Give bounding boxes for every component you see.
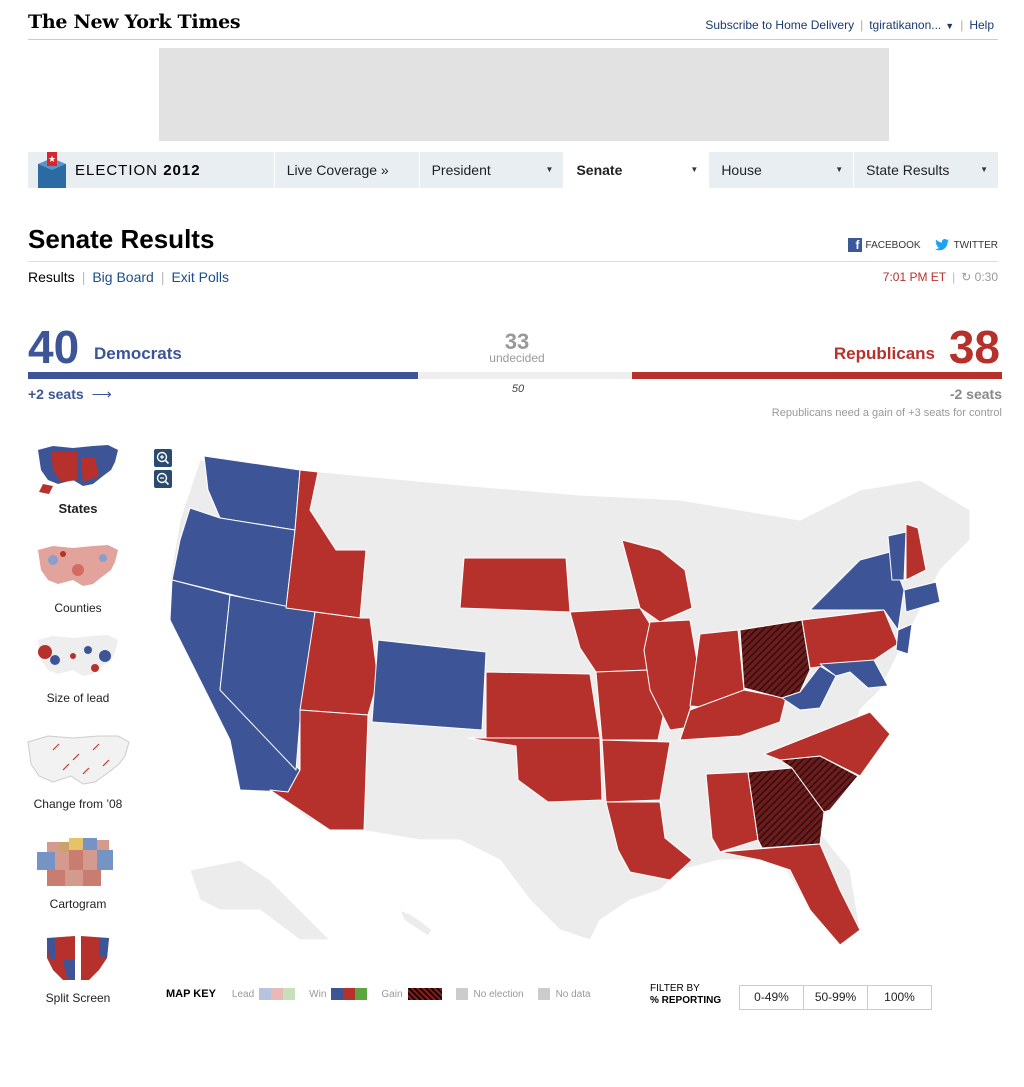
chevron-down-icon: ▼ bbox=[980, 165, 989, 174]
subscribe-link[interactable]: Subscribe to Home Delivery bbox=[705, 18, 854, 32]
update-time: 7:01 PM ET bbox=[882, 270, 947, 284]
filter-title: FILTER BY% REPORTING bbox=[650, 983, 722, 1006]
brand-text: ELECTION 2012 bbox=[75, 162, 201, 179]
map-key-title: MAP KEY bbox=[166, 988, 216, 1000]
view-change-from-08[interactable]: Change from ’08 bbox=[18, 730, 138, 811]
chevron-down-icon: ▼ bbox=[545, 165, 554, 174]
rep-label: Republicans bbox=[833, 344, 935, 363]
chevron-down-icon: ▼ bbox=[690, 165, 699, 174]
filter-50-99-button[interactable]: 50-99% bbox=[803, 985, 868, 1010]
key-gain: Gain bbox=[381, 988, 442, 1000]
view-size-of-lead[interactable]: Size of lead bbox=[18, 630, 138, 705]
view-counties[interactable]: Counties bbox=[18, 540, 138, 615]
view-cartogram[interactable]: Cartogram bbox=[18, 836, 138, 911]
rep-seat-count: 38 bbox=[948, 321, 1000, 373]
divider bbox=[28, 261, 998, 262]
view-split-screen[interactable]: Split Screen bbox=[18, 930, 138, 1005]
nyt-logo[interactable]: The New York Times bbox=[28, 11, 241, 33]
facebook-icon: f bbox=[847, 238, 862, 252]
refresh-countdown[interactable]: ↻ 0:30 bbox=[961, 270, 998, 284]
update-timestamp: 7:01 PM ET | ↻ 0:30 bbox=[882, 270, 998, 284]
undecided-label: undecided bbox=[489, 351, 545, 365]
state-hawaii[interactable] bbox=[399, 909, 433, 937]
cartogram-thumbnail bbox=[37, 838, 113, 886]
subnav-exit-polls[interactable]: Exit Polls bbox=[171, 269, 229, 285]
map-key: MAP KEY Lead Win Gain No election No dat… bbox=[166, 988, 605, 1000]
key-no-data: No data bbox=[537, 988, 591, 1000]
election-nav: ★ ELECTION 2012 Live Coverage » Presiden… bbox=[28, 152, 998, 188]
split-screen-thumbnail bbox=[47, 936, 109, 980]
dem-seat-change: +2 seats ⟶ bbox=[28, 386, 112, 402]
tab-senate[interactable]: Senate ▼ bbox=[563, 152, 709, 188]
state-south-dakota[interactable] bbox=[459, 557, 571, 613]
page-title: Senate Results bbox=[28, 224, 215, 254]
dem-label: Democrats bbox=[94, 344, 182, 363]
seat-balance-bar bbox=[28, 372, 1002, 379]
majority-mark: 50 bbox=[511, 383, 525, 395]
view-label: Size of lead bbox=[46, 691, 110, 705]
ballot-box-icon: ★ bbox=[38, 152, 66, 188]
key-win: Win bbox=[309, 988, 368, 1000]
control-note: Republicans need a gain of +3 seats for … bbox=[771, 407, 1002, 419]
view-states[interactable]: States bbox=[18, 440, 138, 516]
state-colorado[interactable] bbox=[371, 639, 487, 731]
view-label: Cartogram bbox=[49, 897, 107, 911]
twitter-share[interactable]: TWITTER bbox=[954, 240, 998, 251]
help-link[interactable]: Help bbox=[969, 18, 994, 32]
user-menu[interactable]: tgiratikanon... ▼ bbox=[869, 18, 954, 32]
view-label: Change from ’08 bbox=[33, 797, 123, 811]
tab-live-coverage[interactable]: Live Coverage » bbox=[273, 152, 419, 188]
view-label: Counties bbox=[54, 601, 102, 615]
dem-seat-bar bbox=[28, 372, 418, 379]
filter-0-49-button[interactable]: 0-49% bbox=[739, 985, 804, 1010]
counties-thumbnail bbox=[38, 545, 118, 586]
divider: | bbox=[960, 18, 964, 32]
change-from-08-thumbnail bbox=[27, 735, 130, 785]
state-arkansas[interactable] bbox=[601, 739, 671, 803]
rep-seat-bar bbox=[631, 372, 1002, 379]
dem-seat-count: 40 bbox=[28, 321, 80, 373]
state-ohio[interactable] bbox=[739, 619, 811, 699]
refresh-icon: ↻ bbox=[961, 270, 975, 284]
user-name: tgiratikanon... bbox=[869, 18, 942, 32]
key-no-election: No election bbox=[455, 988, 524, 1000]
tab-state-results[interactable]: State Results ▼ bbox=[853, 152, 998, 188]
twitter-icon bbox=[934, 239, 949, 251]
filter-100-button[interactable]: 100% bbox=[867, 985, 932, 1010]
key-lead: Lead bbox=[232, 988, 296, 1000]
subnav-results[interactable]: Results bbox=[28, 269, 75, 285]
tab-president[interactable]: President ▼ bbox=[418, 152, 564, 188]
state-alaska[interactable] bbox=[189, 859, 332, 941]
top-links: Subscribe to Home Delivery | tgiratikano… bbox=[705, 18, 994, 32]
chevron-down-icon: ▼ bbox=[945, 21, 955, 31]
states-thumbnail bbox=[38, 445, 118, 494]
view-label: Split Screen bbox=[45, 991, 111, 1005]
ad-banner bbox=[159, 48, 889, 141]
reporting-filter: 0-49% 50-99% 100% bbox=[739, 985, 932, 1010]
subnav-big-board[interactable]: Big Board bbox=[92, 269, 153, 285]
share-links: f FACEBOOK TWITTER bbox=[847, 238, 998, 252]
view-label: States bbox=[58, 501, 98, 516]
senate-results-map[interactable] bbox=[160, 440, 990, 960]
election-brand[interactable]: ★ ELECTION 2012 bbox=[28, 152, 274, 188]
svg-text:★: ★ bbox=[48, 155, 56, 165]
divider: | bbox=[860, 18, 864, 32]
state-kansas[interactable] bbox=[485, 671, 601, 739]
tab-house[interactable]: House ▼ bbox=[708, 152, 853, 188]
rep-seat-change: -2 seats bbox=[949, 386, 1002, 402]
size-of-lead-thumbnail bbox=[38, 635, 118, 676]
results-subnav: Results | Big Board | Exit Polls bbox=[28, 269, 230, 285]
chevron-down-icon: ▼ bbox=[835, 165, 844, 174]
arrow-right-icon: ⟶ bbox=[91, 386, 112, 402]
facebook-share[interactable]: FACEBOOK bbox=[866, 240, 921, 251]
masthead: The New York Times Subscribe to Home Del… bbox=[28, 10, 998, 40]
